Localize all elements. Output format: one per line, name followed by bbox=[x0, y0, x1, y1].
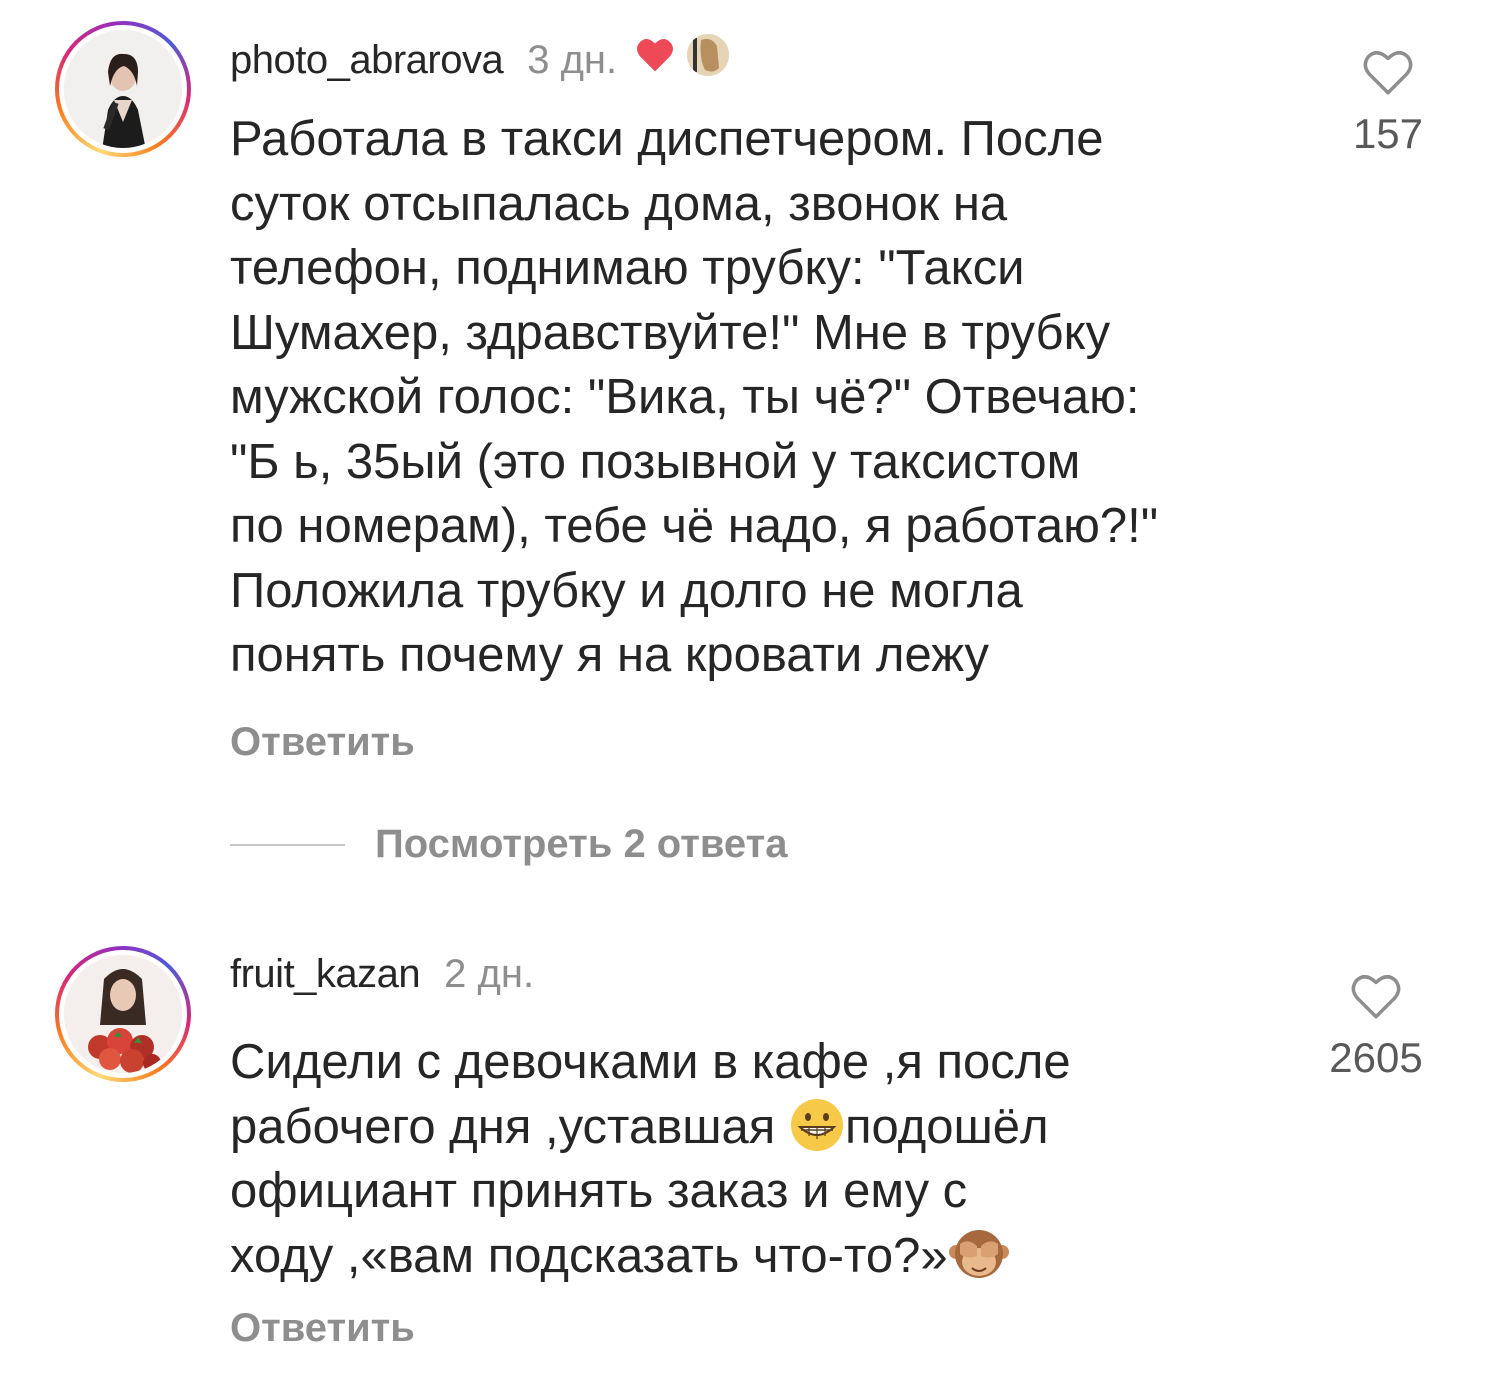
comment-text: Работала в такси диспетчером. После суто… bbox=[230, 112, 1159, 682]
author-avatar-mini bbox=[685, 32, 732, 78]
comment-2: fruit_kazan 2 дн. Сидели с девочками в к… bbox=[0, 900, 1500, 1385]
red-heart-icon bbox=[637, 39, 674, 72]
heart-outline-icon[interactable] bbox=[1349, 972, 1403, 1020]
grinning-face-icon bbox=[790, 1098, 843, 1151]
avatar-photo-icon bbox=[64, 30, 182, 148]
divider-line bbox=[230, 843, 345, 846]
username[interactable]: photo_abrarova bbox=[230, 38, 504, 83]
comment-text: Сидели с девочками в кафе ,я после рабоч… bbox=[230, 1030, 1320, 1288]
liked-by-author-badge bbox=[635, 32, 732, 78]
avatar bbox=[64, 30, 182, 148]
see-no-evil-monkey-icon bbox=[948, 1229, 1009, 1278]
author-photo-icon bbox=[687, 34, 730, 76]
view-replies-label: Посмотреть 2 ответа bbox=[375, 822, 788, 866]
avatar-ring[interactable] bbox=[55, 946, 191, 1082]
like-count: 157 bbox=[1352, 110, 1424, 157]
like-count: 2605 bbox=[1329, 1034, 1423, 1081]
timestamp: 3 дн. bbox=[527, 38, 618, 82]
grinning-face-emoji bbox=[789, 1097, 845, 1153]
comment-header: photo_abrarova 3 дн. bbox=[230, 32, 732, 83]
username[interactable]: fruit_kazan bbox=[230, 952, 421, 997]
see-no-evil-monkey-emoji bbox=[948, 1226, 1009, 1282]
like-column: 157 bbox=[1318, 48, 1458, 158]
reply-button[interactable]: Ответить bbox=[230, 1306, 415, 1351]
heart-outline-icon[interactable] bbox=[1361, 48, 1415, 96]
avatar-ring[interactable] bbox=[55, 21, 191, 157]
comment-1: photo_abrarova 3 дн. Работала в такси ди… bbox=[0, 0, 1500, 900]
timestamp: 2 дн. bbox=[444, 952, 535, 996]
view-replies-button[interactable]: Посмотреть 2 ответа bbox=[230, 822, 787, 867]
comment-header: fruit_kazan 2 дн. bbox=[230, 952, 534, 997]
like-column: 2605 bbox=[1306, 972, 1446, 1082]
avatar-photo-icon bbox=[64, 955, 182, 1073]
reply-button[interactable]: Ответить bbox=[230, 720, 415, 765]
avatar bbox=[64, 955, 182, 1073]
